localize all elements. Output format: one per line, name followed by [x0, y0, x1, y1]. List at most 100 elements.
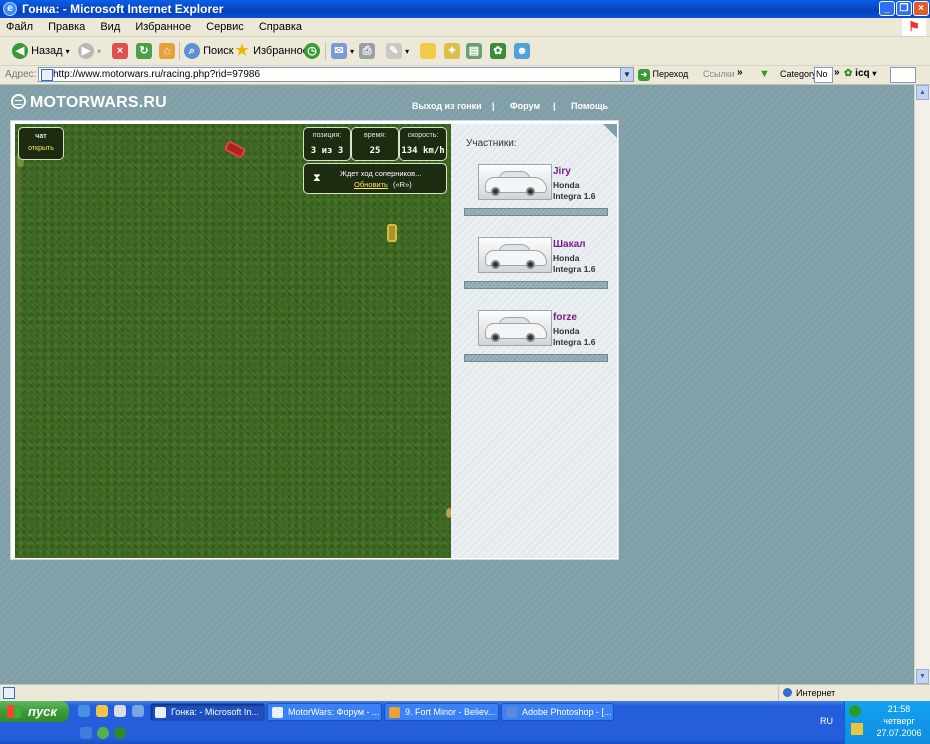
participant-card[interactable]: forze Honda Integra 1.6	[464, 307, 610, 362]
messenger-button[interactable]: ☻	[514, 41, 530, 61]
category-select[interactable]: No	[814, 67, 833, 83]
menu-tools[interactable]: Сервис	[200, 18, 250, 33]
print-button[interactable]: ⎙	[359, 41, 375, 61]
chevron-down-icon: ▾	[97, 47, 102, 56]
forward-button[interactable]: ▶ ▾	[78, 41, 101, 61]
winamp-icon	[389, 707, 400, 718]
car-make: Honda	[553, 180, 580, 190]
document-quicklaunch-icon[interactable]	[114, 705, 126, 717]
refresh-link[interactable]: Обновить	[354, 180, 388, 189]
task-ie-race[interactable]: Гонка: - Microsoft In...	[150, 703, 265, 721]
refresh-icon: ↻	[136, 43, 152, 60]
scroll-down-arrow-icon[interactable]: ▼	[916, 669, 929, 684]
icq-quicklaunch-icon[interactable]	[114, 727, 126, 739]
nav-help[interactable]: Помощь	[571, 101, 608, 111]
filter-icon[interactable]: ▼	[759, 68, 770, 80]
messenger-quicklaunch-icon[interactable]	[97, 727, 109, 739]
icq-search-input[interactable]	[890, 67, 916, 83]
research-icon: ▤	[466, 43, 482, 60]
mail-icon: ✉	[331, 43, 347, 60]
participant-card[interactable]: Шакал Honda Integra 1.6	[464, 234, 610, 289]
stop-button[interactable]: ×	[112, 41, 128, 61]
minimize-button[interactable]: _	[879, 1, 895, 16]
history-button[interactable]: ◷	[304, 41, 320, 61]
race-track[interactable]: чат открыть позиция: 3 из 3 время: 25 ск…	[15, 124, 452, 558]
clock[interactable]: 21:58 четверг 27.07.2006	[869, 703, 929, 739]
task-photoshop[interactable]: Adobe Photoshop - [...	[501, 703, 614, 721]
photoshop-icon	[506, 707, 517, 718]
note-icon	[420, 43, 436, 60]
language-indicator[interactable]: RU	[820, 716, 833, 726]
close-button[interactable]: ×	[913, 1, 929, 16]
car-make: Honda	[553, 326, 580, 336]
chat-label: чат	[35, 133, 47, 140]
toolbar-separator	[325, 42, 326, 60]
chevron-right-icon[interactable]: »	[834, 67, 840, 78]
discuss-button[interactable]	[420, 41, 436, 61]
task-winamp[interactable]: 9. Fort Minor - Believ...	[384, 703, 499, 721]
participant-name[interactable]: forze	[553, 312, 577, 323]
folder-quicklaunch-icon[interactable]	[96, 705, 108, 717]
menu-file[interactable]: Файл	[0, 18, 39, 33]
chat-panel[interactable]: чат открыть	[18, 127, 64, 160]
links-label[interactable]: Ссылки	[703, 69, 735, 79]
window-title: Гонка: - Microsoft Internet Explorer	[22, 2, 224, 16]
security-alert-icon[interactable]	[851, 723, 863, 735]
page-viewport: MOTORWARS.RU Выход из гонки | Форум | По…	[0, 85, 914, 684]
go-button[interactable]: ➜ Переход	[638, 67, 688, 82]
refresh-button[interactable]: ↻	[136, 41, 152, 61]
home-button[interactable]: ⌂	[159, 41, 175, 61]
participant-name[interactable]: Jiry	[553, 166, 571, 177]
ie-icon[interactable]: e	[3, 2, 17, 16]
speed-label: скорость:	[407, 132, 439, 139]
search-button[interactable]: ⌕ Поиск	[184, 41, 234, 61]
participant-name[interactable]: Шакал	[553, 239, 586, 250]
site-logo[interactable]: MOTORWARS.RU	[11, 94, 167, 112]
start-label: пуск	[28, 704, 57, 719]
start-button[interactable]: пуск	[0, 701, 69, 722]
address-input[interactable]: http://www.motorwars.ru/racing.php?rid=9…	[38, 67, 634, 82]
time-value: 25	[369, 146, 381, 156]
mail-button[interactable]: ✉ ▾	[331, 41, 354, 61]
history-icon: ◷	[304, 43, 320, 60]
scroll-up-arrow-icon[interactable]: ▲	[916, 85, 929, 100]
favorites-button[interactable]: ★ Избранное	[234, 41, 309, 61]
menu-help[interactable]: Справка	[253, 18, 308, 33]
nav-forum[interactable]: Форум	[510, 101, 540, 111]
ie-quicklaunch-icon[interactable]	[78, 705, 90, 717]
corner-fold	[603, 124, 617, 138]
home-icon: ⌂	[159, 43, 175, 60]
network-icon[interactable]	[849, 705, 861, 717]
edit-icon: ✎	[386, 43, 402, 60]
position-value: 3 из 3	[310, 146, 344, 156]
chat-open-link[interactable]: открыть	[19, 145, 63, 152]
menu-favorites[interactable]: Избранное	[129, 18, 197, 33]
clock-day: четверг	[883, 716, 915, 726]
icq-toolbar-button[interactable]: ✿	[490, 41, 506, 61]
task-label: 9. Fort Minor - Believ...	[405, 707, 496, 717]
task-ie-forum[interactable]: MotorWars: Форум - ...	[267, 703, 382, 721]
icq-button[interactable]: ✿ icq ▾	[844, 68, 876, 79]
chevron-down-icon: ▾	[65, 47, 70, 56]
desktop-quicklaunch-icon[interactable]	[132, 705, 144, 717]
add-favorite-button[interactable]: ✦	[444, 41, 460, 61]
maximize-button[interactable]: ❐	[896, 1, 912, 16]
ie-quicklaunch-icon[interactable]	[80, 727, 92, 739]
menu-view[interactable]: Вид	[94, 18, 126, 33]
participant-card[interactable]: Jiry Honda Integra 1.6	[464, 161, 610, 216]
menu-bar: Файл Правка Вид Избранное Сервис Справка…	[0, 18, 930, 37]
opponent-car-red	[223, 139, 247, 160]
back-button[interactable]: ◀ Назад ▾	[12, 41, 70, 61]
menu-edit[interactable]: Правка	[42, 18, 91, 33]
chevron-right-icon[interactable]: »	[737, 67, 743, 78]
icq-flower-icon: ✿	[844, 68, 853, 79]
chevron-down-icon[interactable]: ▼	[620, 68, 633, 81]
participant-divider	[464, 354, 608, 362]
vertical-scrollbar[interactable]: ▲ ▼	[914, 85, 930, 684]
edit-button[interactable]: ✎ ▾	[386, 41, 409, 61]
car-thumbnail	[478, 310, 552, 346]
research-button[interactable]: ▤	[466, 41, 482, 61]
speed-value: 134 km/h	[401, 146, 445, 156]
nav-exit-race[interactable]: Выход из гонки	[412, 101, 482, 111]
page-status-icon	[3, 687, 15, 699]
